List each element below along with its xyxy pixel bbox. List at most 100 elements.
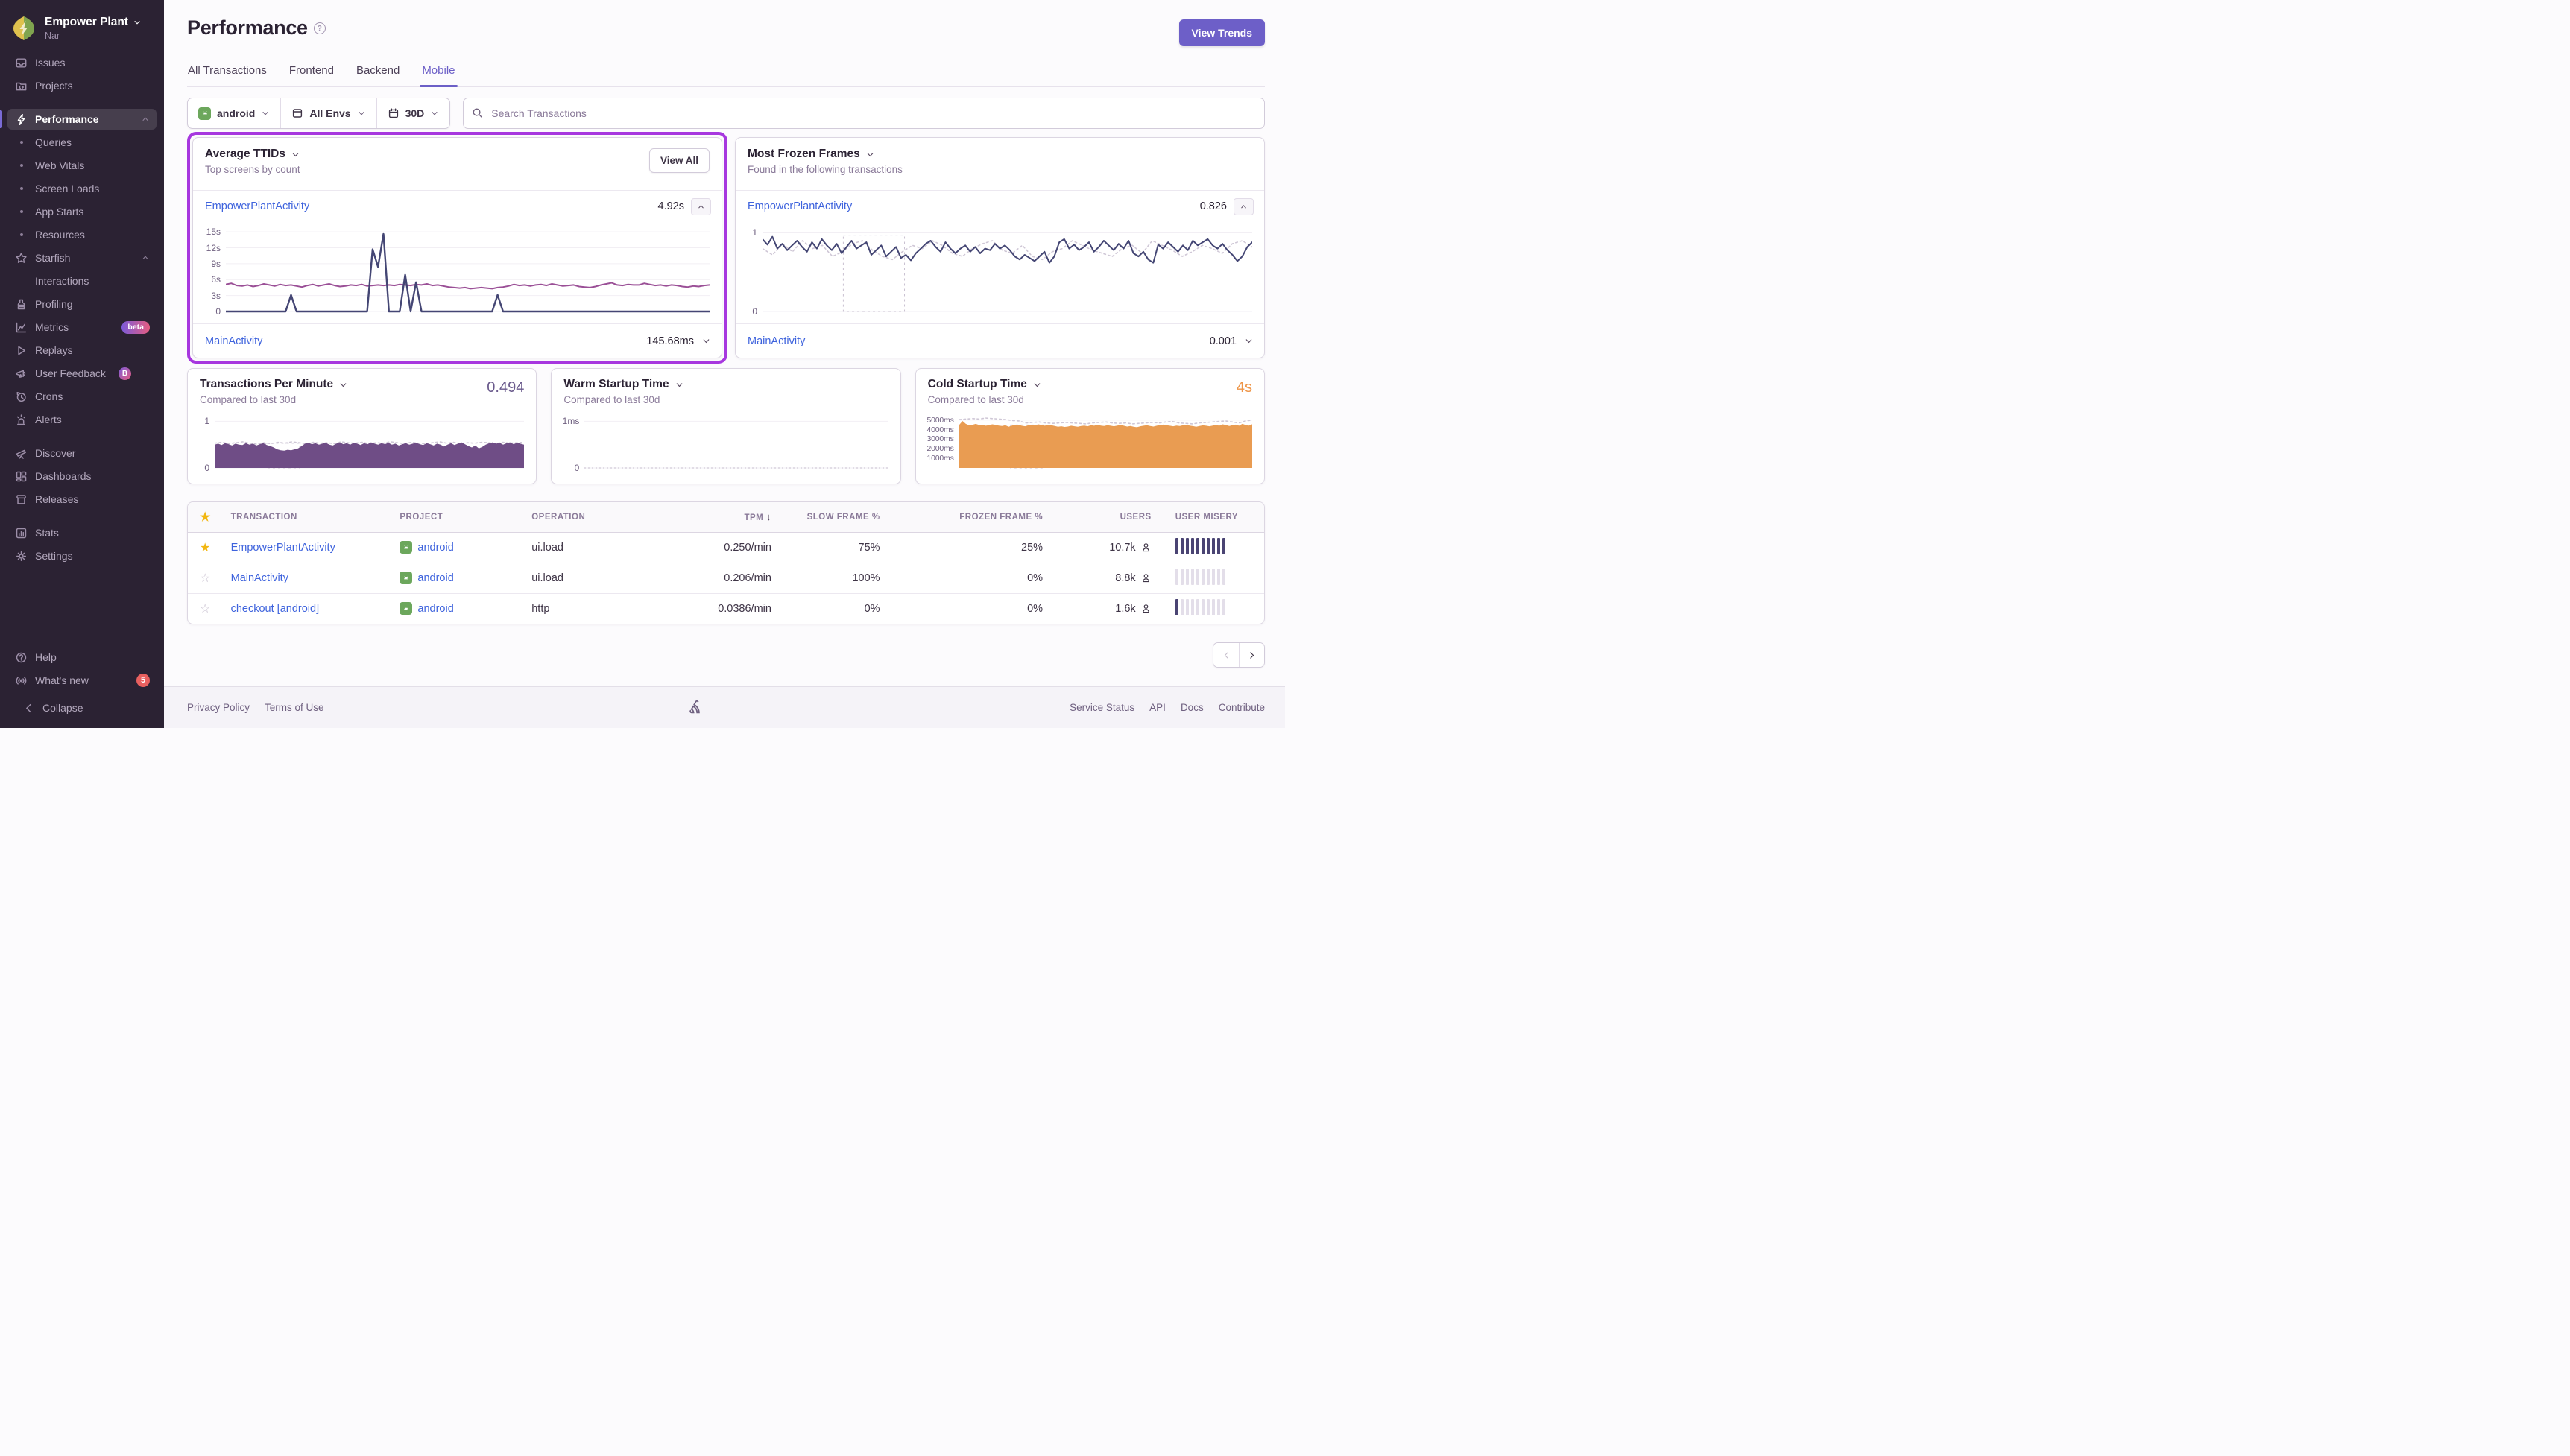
project-link[interactable]: android	[417, 603, 453, 615]
profiling-icon	[14, 298, 28, 311]
frozen-frames-chart: 10	[740, 224, 1252, 317]
sidebar-item-label: Help	[35, 651, 57, 663]
transaction-link[interactable]: EmpowerPlantActivity	[205, 200, 309, 212]
sidebar-item-label: App Starts	[35, 206, 83, 218]
sidebar-item-projects[interactable]: Projects	[7, 75, 157, 96]
sidebar-item-alerts[interactable]: Alerts	[7, 409, 157, 430]
sidebar-item-user-feedback[interactable]: User FeedbackB	[7, 363, 157, 384]
transaction-link[interactable]: MainActivity	[748, 335, 805, 347]
environment-filter[interactable]: All Envs	[281, 98, 376, 128]
tab-mobile[interactable]: Mobile	[421, 64, 455, 86]
warm-startup-chart: 1ms0	[556, 411, 888, 474]
pagination	[187, 642, 1265, 668]
chevron-up-icon	[141, 253, 150, 262]
chevron-left-icon	[22, 702, 36, 715]
star-icon[interactable]: ☆	[200, 572, 210, 585]
col-project: PROJECT	[388, 502, 520, 532]
sidebar-item-releases[interactable]: Releases	[7, 489, 157, 510]
sidebar-collapse-button[interactable]: Collapse	[15, 697, 149, 718]
tpm-chart: 10	[192, 411, 524, 474]
user-misery-bars	[1175, 599, 1225, 615]
col-transaction: TRANSACTION	[219, 502, 388, 532]
date-range-filter[interactable]: 30D	[377, 98, 450, 128]
android-icon	[400, 541, 412, 554]
sort-desc-icon: ↓	[766, 511, 771, 522]
sidebar-item-performance[interactable]: Performance	[7, 109, 157, 130]
footer-link-api[interactable]: API	[1149, 702, 1166, 713]
spacer	[14, 275, 28, 288]
sidebar-item-resources[interactable]: Resources	[7, 224, 157, 245]
footer-link-terms-of-use[interactable]: Terms of Use	[265, 702, 324, 713]
app: Empower Plant Nar Issues Projects Performa…	[0, 0, 1285, 728]
sidebar-item-issues[interactable]: Issues	[7, 52, 157, 73]
users-cell: 1.6k	[1067, 603, 1152, 615]
sidebar-item-metrics[interactable]: Metricsbeta	[7, 317, 157, 338]
tab-backend[interactable]: Backend	[356, 64, 400, 86]
person-icon	[1140, 603, 1152, 614]
project-link[interactable]: android	[417, 572, 453, 584]
star-icon	[14, 252, 28, 265]
footer-link-privacy-policy[interactable]: Privacy Policy	[187, 702, 250, 713]
col-tpm-sort[interactable]: TPM ↓	[659, 502, 783, 532]
sidebar-item-profiling[interactable]: Profiling	[7, 294, 157, 314]
sidebar-item-crons[interactable]: Crons	[7, 386, 157, 407]
star-icon[interactable]: ★	[200, 511, 211, 524]
view-all-button[interactable]: View All	[649, 148, 710, 173]
footer-link-docs[interactable]: Docs	[1181, 702, 1204, 713]
bullet-icon	[14, 183, 28, 195]
transaction-link[interactable]: checkout [android]	[231, 603, 320, 615]
bullet-icon	[14, 136, 28, 149]
footer-link-contribute[interactable]: Contribute	[1219, 702, 1265, 713]
sidebar-item-help[interactable]: Help	[7, 647, 157, 668]
next-page-button[interactable]	[1239, 643, 1264, 667]
org-name: Empower Plant	[45, 16, 128, 29]
star-icon[interactable]: ★	[200, 542, 210, 554]
view-trends-button[interactable]: View Trends	[1179, 19, 1265, 46]
sidebar-item-dashboards[interactable]: Dashboards	[7, 466, 157, 487]
chevron-down-icon[interactable]	[1032, 380, 1042, 390]
sidebar-item-label: Projects	[35, 80, 73, 92]
footer-link-service-status[interactable]: Service Status	[1070, 702, 1134, 713]
sidebar-item-replays[interactable]: Replays	[7, 340, 157, 361]
active-accent-bar	[0, 110, 2, 128]
chevron-down-icon[interactable]	[675, 380, 684, 390]
sidebar-item-whats-new[interactable]: What's new5	[7, 670, 157, 691]
collapse-row-button[interactable]	[1234, 198, 1254, 215]
sidebar-item-web-vitals[interactable]: Web Vitals	[7, 155, 157, 176]
project-link[interactable]: android	[417, 542, 453, 554]
help-icon[interactable]: ?	[314, 22, 326, 34]
chevron-down-icon	[357, 109, 366, 118]
help-icon	[14, 651, 28, 664]
transaction-link[interactable]: MainActivity	[231, 572, 288, 584]
tab-frontend[interactable]: Frontend	[288, 64, 335, 86]
sidebar-item-stats[interactable]: Stats	[7, 522, 157, 543]
transaction-link[interactable]: EmpowerPlantActivity	[231, 542, 335, 554]
filter-bar: android All Envs 30D	[187, 98, 1265, 129]
expand-row-button[interactable]	[1244, 336, 1254, 346]
collapse-row-button[interactable]	[691, 198, 711, 215]
sidebar-item-settings[interactable]: Settings	[7, 545, 157, 566]
transaction-link[interactable]: EmpowerPlantActivity	[748, 200, 852, 212]
tab-all-transactions[interactable]: All Transactions	[187, 64, 268, 86]
sidebar-item-queries[interactable]: Queries	[7, 132, 157, 153]
expand-row-button[interactable]	[701, 336, 711, 346]
transaction-value: 4.92s	[658, 200, 684, 212]
sidebar-item-screen-loads[interactable]: Screen Loads	[7, 178, 157, 199]
sidebar-item-discover[interactable]: Discover	[7, 443, 157, 463]
project-filter[interactable]: android	[188, 98, 281, 128]
org-subtitle: Nar	[45, 31, 142, 41]
search-input[interactable]	[463, 98, 1265, 129]
chevron-down-icon[interactable]	[338, 380, 348, 390]
sidebar-item-interactions[interactable]: Interactions	[7, 270, 157, 291]
chevron-down-icon[interactable]	[865, 150, 875, 159]
previous-page-button[interactable]	[1213, 643, 1239, 667]
users-cell: 10.7k	[1067, 542, 1152, 554]
sidebar-item-app-starts[interactable]: App Starts	[7, 201, 157, 222]
transaction-link[interactable]: MainActivity	[205, 335, 262, 347]
sidebar-item-label: Alerts	[35, 414, 62, 425]
chevron-down-icon[interactable]	[291, 150, 300, 159]
sidebar-item-starfish[interactable]: Starfish	[7, 247, 157, 268]
sidebar-item-label: Screen Loads	[35, 183, 99, 194]
org-switcher[interactable]: Empower Plant Nar	[0, 9, 164, 52]
star-icon[interactable]: ☆	[200, 603, 210, 615]
